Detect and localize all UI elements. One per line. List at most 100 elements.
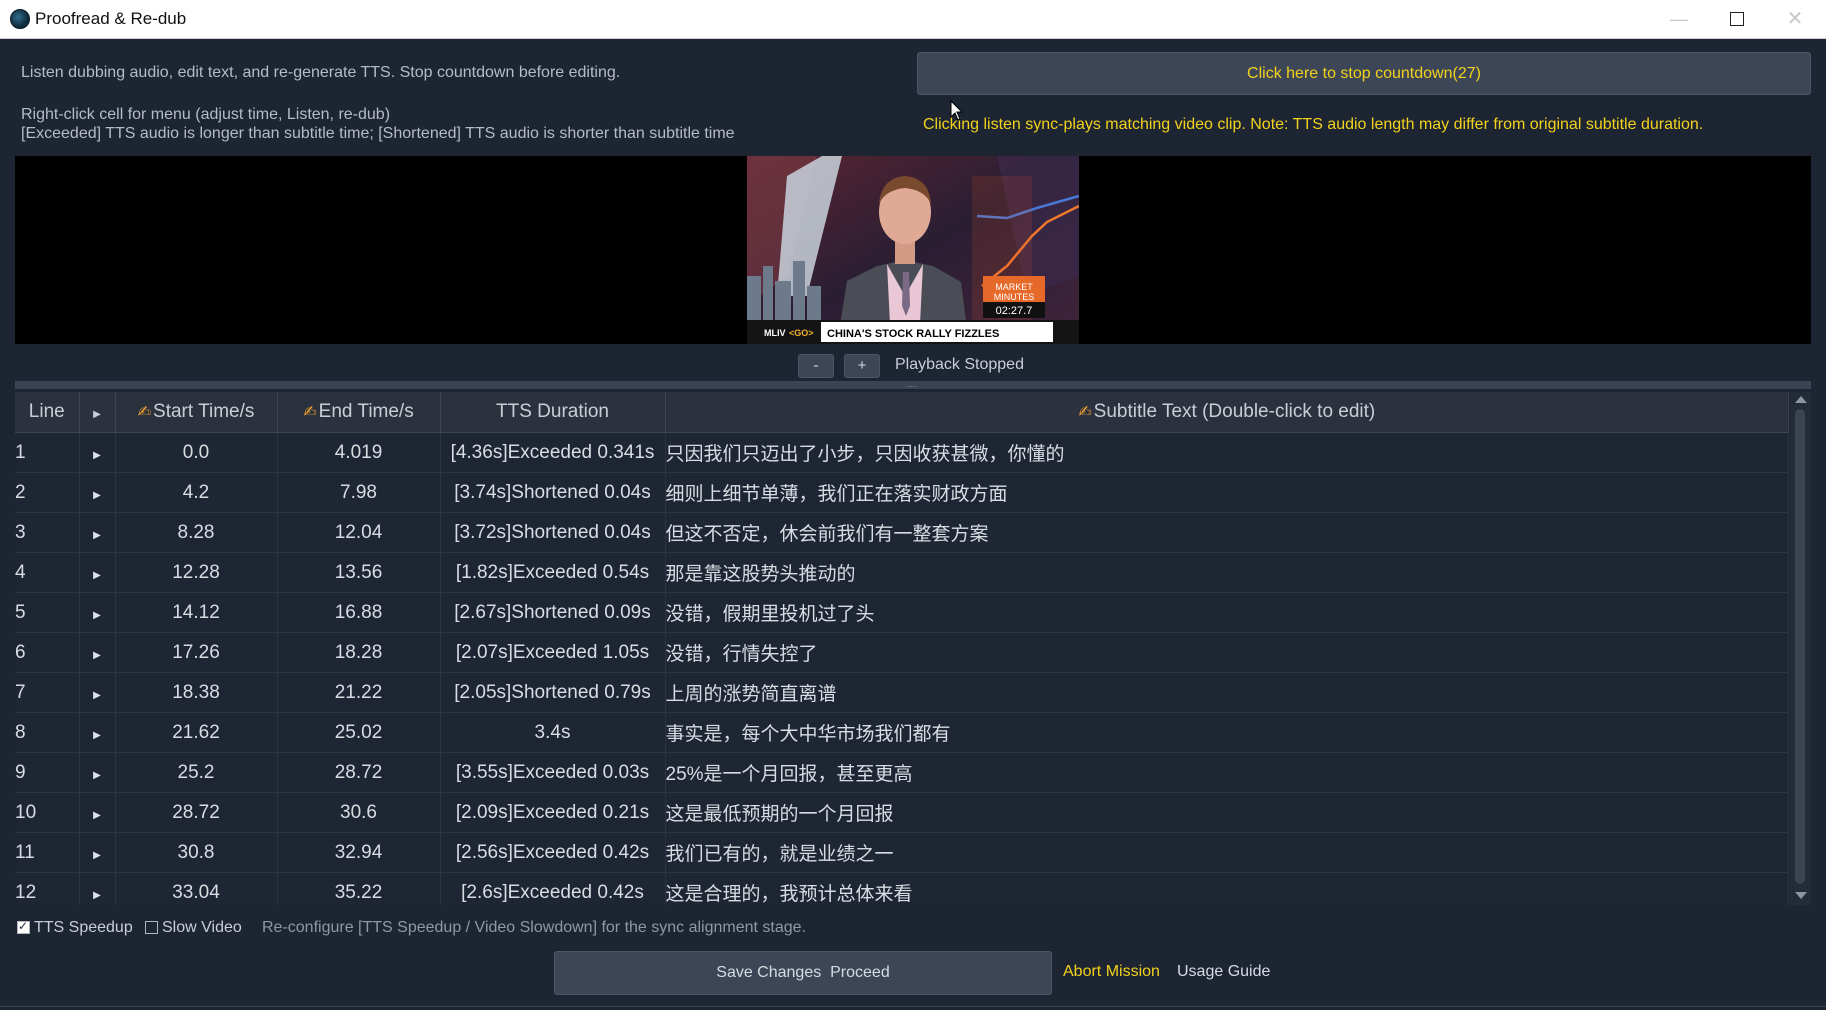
header-text[interactable]: ✍ Subtitle Text (Double-click to edit) (665, 392, 1789, 433)
cell-end-time[interactable]: 12.04 (277, 512, 441, 553)
maximize-button[interactable] (1708, 0, 1766, 38)
cell-subtitle-text[interactable]: 25%是一个月回报，甚至更高 (665, 752, 1789, 793)
cell-start-time[interactable]: 21.62 (115, 712, 278, 753)
cell-play[interactable]: ▶ (79, 472, 116, 513)
play-triangle-icon[interactable]: ▶ (93, 770, 101, 781)
cell-line[interactable]: 10 (15, 792, 80, 833)
cell-start-time[interactable]: 12.28 (115, 552, 278, 593)
cell-tts-duration[interactable]: [3.55s]Exceeded 0.03s (440, 752, 666, 793)
cell-start-time[interactable]: 18.38 (115, 672, 278, 713)
cell-subtitle-text[interactable]: 事实是，每个大中华市场我们都有 (665, 712, 1789, 753)
stop-countdown-button[interactable]: Click here to stop countdown(27) (917, 52, 1811, 95)
play-triangle-icon[interactable]: ▶ (93, 850, 101, 861)
table-row[interactable]: 10 ▶ 28.72 30.6 [2.09s]Exceeded 0.21s 这是最低预期的… (15, 792, 1789, 833)
play-triangle-icon[interactable]: ▶ (93, 690, 101, 701)
table-row[interactable]: 5 ▶ 14.12 16.88 [2.67s]Shortened 0.09s 没错，假期里… (15, 592, 1789, 633)
header-tts[interactable]: TTS Duration (440, 392, 666, 433)
cell-end-time[interactable]: 25.02 (277, 712, 441, 753)
cell-start-time[interactable]: 8.28 (115, 512, 278, 553)
cell-start-time[interactable]: 30.8 (115, 832, 278, 873)
play-triangle-icon[interactable]: ▶ (93, 530, 101, 541)
cell-tts-duration[interactable]: [1.82s]Exceeded 0.54s (440, 552, 666, 593)
cell-line[interactable]: 7 (15, 672, 80, 713)
tts-speedup-option[interactable]: TTS Speedup (17, 919, 133, 937)
cell-play[interactable]: ▶ (79, 832, 116, 873)
cell-line[interactable]: 9 (15, 752, 80, 793)
cell-end-time[interactable]: 30.6 (277, 792, 441, 833)
play-triangle-icon[interactable]: ▶ (93, 450, 101, 461)
play-triangle-icon[interactable]: ▶ (93, 810, 101, 821)
cell-subtitle-text[interactable]: 我们已有的，就是业绩之一 (665, 832, 1789, 873)
table-row[interactable]: 12 ▶ 33.04 35.22 [2.6s]Exceeded 0.42s 这是合理的，我… (15, 872, 1789, 905)
scroll-down-icon[interactable] (1795, 892, 1807, 899)
cell-line[interactable]: 4 (15, 552, 80, 593)
play-triangle-icon[interactable]: ▶ (93, 650, 101, 661)
cell-subtitle-text[interactable]: 没错，行情失控了 (665, 632, 1789, 673)
cell-start-time[interactable]: 4.2 (115, 472, 278, 513)
cell-start-time[interactable]: 17.26 (115, 632, 278, 673)
cell-tts-duration[interactable]: [2.07s]Exceeded 1.05s (440, 632, 666, 673)
cell-tts-duration[interactable]: [2.05s]Shortened 0.79s (440, 672, 666, 713)
cell-subtitle-text[interactable]: 上周的涨势简直离谱 (665, 672, 1789, 713)
table-row[interactable]: 6 ▶ 17.26 18.28 [2.07s]Exceeded 1.05s 没错，行情失控… (15, 632, 1789, 673)
minimize-button[interactable]: — (1650, 0, 1708, 38)
cell-start-time[interactable]: 14.12 (115, 592, 278, 633)
table-scrollbar[interactable] (1790, 392, 1811, 905)
tts-speedup-checkbox[interactable] (17, 919, 30, 934)
table-row[interactable]: 8 ▶ 21.62 25.02 3.4s 事实是，每个大中华市场我们都有 (15, 712, 1789, 753)
play-triangle-icon[interactable]: ▶ (93, 730, 101, 741)
cell-end-time[interactable]: 35.22 (277, 872, 441, 905)
cell-tts-duration[interactable]: [2.09s]Exceeded 0.21s (440, 792, 666, 833)
cell-play[interactable]: ▶ (79, 592, 116, 633)
header-start[interactable]: ✍ Start Time/s (115, 392, 278, 433)
cell-play[interactable]: ▶ (79, 432, 116, 473)
cell-line[interactable]: 11 (15, 832, 80, 873)
cell-tts-duration[interactable]: [2.67s]Shortened 0.09s (440, 592, 666, 633)
cell-play[interactable]: ▶ (79, 712, 116, 753)
cell-start-time[interactable]: 0.0 (115, 432, 278, 473)
slow-video-checkbox[interactable] (145, 921, 158, 934)
cell-line[interactable]: 1 (15, 432, 80, 473)
cell-end-time[interactable]: 18.28 (277, 632, 441, 673)
table-row[interactable]: 9 ▶ 25.2 28.72 [3.55s]Exceeded 0.03s 25%是一个月回… (15, 752, 1789, 793)
scroll-up-icon[interactable] (1795, 396, 1807, 403)
header-line[interactable]: Line (15, 392, 80, 433)
cell-line[interactable]: 3 (15, 512, 80, 553)
cell-play[interactable]: ▶ (79, 872, 116, 905)
cell-subtitle-text[interactable]: 那是靠这股势头推动的 (665, 552, 1789, 593)
cell-play[interactable]: ▶ (79, 672, 116, 713)
save-proceed-button[interactable]: Save Changes Proceed (554, 951, 1052, 995)
cell-subtitle-text[interactable]: 细则上细节单薄，我们正在落实财政方面 (665, 472, 1789, 513)
table-row[interactable]: 3 ▶ 8.28 12.04 [3.72s]Shortened 0.04s 但这不否定，休… (15, 512, 1789, 553)
cell-play[interactable]: ▶ (79, 752, 116, 793)
cell-line[interactable]: 12 (15, 872, 80, 905)
cell-tts-duration[interactable]: [3.74s]Shortened 0.04s (440, 472, 666, 513)
volume-up-button[interactable]: + (844, 354, 880, 378)
usage-guide-link[interactable]: Usage Guide (1177, 963, 1270, 981)
cell-line[interactable]: 5 (15, 592, 80, 633)
cell-start-time[interactable]: 33.04 (115, 872, 278, 905)
close-button[interactable]: ✕ (1766, 0, 1824, 38)
table-row[interactable]: 4 ▶ 12.28 13.56 [1.82s]Exceeded 0.54s 那是靠这股势头… (15, 552, 1789, 593)
play-triangle-icon[interactable]: ▶ (93, 890, 101, 901)
cell-line[interactable]: 6 (15, 632, 80, 673)
slow-video-option[interactable]: Slow Video (145, 919, 242, 937)
cell-start-time[interactable]: 25.2 (115, 752, 278, 793)
abort-mission-link[interactable]: Abort Mission (1063, 963, 1160, 981)
cell-tts-duration[interactable]: 3.4s (440, 712, 666, 753)
cell-end-time[interactable]: 7.98 (277, 472, 441, 513)
cell-play[interactable]: ▶ (79, 632, 116, 673)
cell-line[interactable]: 2 (15, 472, 80, 513)
cell-start-time[interactable]: 28.72 (115, 792, 278, 833)
cell-tts-duration[interactable]: [4.36s]Exceeded 0.341s (440, 432, 666, 473)
table-row[interactable]: 7 ▶ 18.38 21.22 [2.05s]Shortened 0.79s 上周的涨势简… (15, 672, 1789, 713)
cell-end-time[interactable]: 21.22 (277, 672, 441, 713)
cell-end-time[interactable]: 16.88 (277, 592, 441, 633)
cell-line[interactable]: 8 (15, 712, 80, 753)
cell-subtitle-text[interactable]: 这是合理的，我预计总体来看 (665, 872, 1789, 905)
scroll-thumb[interactable] (1795, 409, 1805, 884)
cell-play[interactable]: ▶ (79, 552, 116, 593)
play-triangle-icon[interactable]: ▶ (93, 490, 101, 501)
cell-end-time[interactable]: 13.56 (277, 552, 441, 593)
cell-end-time[interactable]: 4.019 (277, 432, 441, 473)
